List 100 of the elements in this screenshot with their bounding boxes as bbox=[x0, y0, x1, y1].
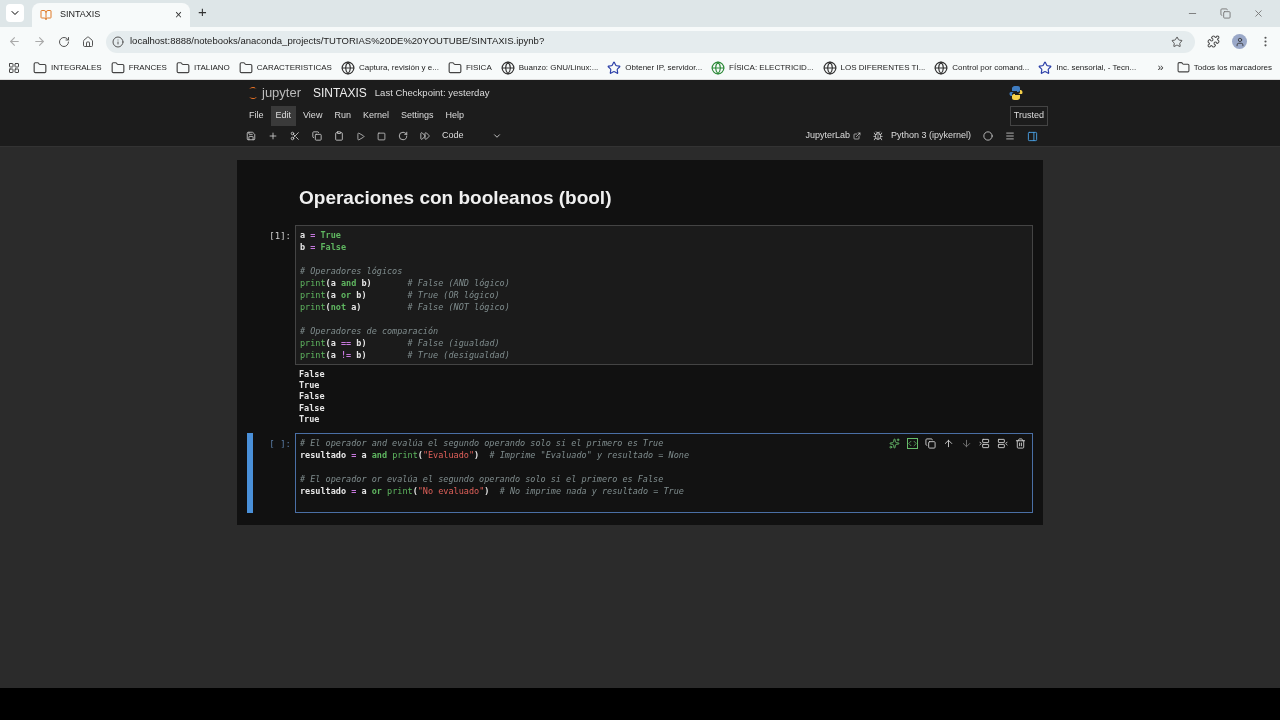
bookmark[interactable]: FRANCES bbox=[110, 60, 167, 75]
jupyter-logo-icon bbox=[248, 86, 258, 100]
menu-item[interactable]: Edit bbox=[270, 106, 297, 126]
globe-icon bbox=[934, 60, 949, 75]
apps-icon[interactable] bbox=[8, 61, 20, 74]
code-editor[interactable] bbox=[295, 433, 1033, 514]
extensions-icon[interactable] bbox=[1207, 35, 1220, 48]
duplicate-icon[interactable] bbox=[925, 438, 936, 450]
code-line: # El operador or evalúa el segundo operando solo si el primero es False bbox=[300, 473, 664, 486]
notebook-title[interactable]: SINTAXIS bbox=[313, 84, 367, 102]
cell-prompt: [1]: bbox=[268, 229, 292, 243]
code-line: print(a == b) # False (igualdad) bbox=[300, 336, 500, 349]
external-link-icon bbox=[852, 132, 861, 140]
run-all-icon[interactable] bbox=[420, 131, 430, 141]
globe-icon bbox=[500, 60, 515, 75]
globe-icon bbox=[822, 60, 837, 75]
bookmark[interactable]: LOS DIFERENTES TI... bbox=[822, 60, 926, 75]
bookmark[interactable]: Obtener IP, servidor... bbox=[607, 60, 703, 75]
move-down-icon[interactable] bbox=[961, 438, 972, 450]
cut-icon[interactable] bbox=[290, 131, 300, 141]
save-icon[interactable] bbox=[246, 131, 256, 141]
bookmark[interactable]: FÍSICA: ELECTRICID... bbox=[711, 60, 814, 75]
output-line: False bbox=[299, 368, 325, 380]
address-bar[interactable]: localhost:8888/notebooks/anaconda_projects/TUTORIAS%20DE%20YOUTUBE/SINTAXIS.ipynb? bbox=[106, 30, 1195, 53]
tab-list-button[interactable] bbox=[6, 4, 24, 22]
browser-tab[interactable]: SINTAXIS × bbox=[32, 3, 190, 27]
output-line: False bbox=[299, 402, 325, 415]
notebook-icon bbox=[40, 9, 52, 21]
more-bookmarks-button[interactable]: » bbox=[1157, 59, 1164, 76]
bookmark[interactable]: Buanzo: GNU/Linux:... bbox=[500, 60, 599, 75]
all-bookmarks[interactable]: Todos los marcadores bbox=[1176, 61, 1272, 74]
move-up-icon[interactable] bbox=[943, 438, 954, 450]
cell-prompt: [ ]: bbox=[268, 438, 292, 452]
code-line: a = True bbox=[300, 228, 341, 241]
menu-item[interactable]: Kernel bbox=[357, 106, 394, 126]
delete-icon[interactable] bbox=[1015, 438, 1026, 450]
output-line: True bbox=[299, 379, 320, 392]
close-icon[interactable] bbox=[1253, 8, 1264, 19]
bookmark[interactable]: Captura, revisión y e... bbox=[340, 60, 439, 75]
code-editor[interactable] bbox=[295, 224, 1033, 365]
output-line: False bbox=[299, 391, 325, 403]
paste-icon[interactable] bbox=[334, 131, 344, 141]
code-line: # El operador and evalúa el segundo operando solo si el primero es True bbox=[300, 437, 664, 450]
site-icon bbox=[1038, 60, 1053, 75]
folder-icon bbox=[175, 60, 190, 75]
code-line: b = False bbox=[300, 240, 347, 253]
run-icon[interactable] bbox=[356, 131, 365, 141]
code-line: # Operadores de comparación bbox=[300, 324, 439, 337]
menu-item[interactable]: File bbox=[244, 106, 269, 126]
bookmark[interactable]: Control por comand... bbox=[934, 60, 1030, 75]
reload-icon[interactable] bbox=[58, 35, 70, 48]
code-line: resultado = a or print("No evaluado") # No imprime nada y resultado = True bbox=[300, 485, 684, 498]
code-line: print(a and b) # False (AND lógico) bbox=[300, 276, 510, 289]
bookmark[interactable]: FISICA bbox=[447, 60, 492, 75]
new-tab-button[interactable]: + bbox=[198, 0, 207, 23]
code-line: print(not a) # False (NOT lógico) bbox=[300, 300, 510, 313]
bookmark-star-icon[interactable] bbox=[1171, 35, 1183, 48]
insert-above-icon[interactable] bbox=[979, 438, 990, 450]
python-logo-icon bbox=[1008, 85, 1024, 101]
copy-icon[interactable] bbox=[312, 131, 322, 141]
menu-item[interactable]: Settings bbox=[395, 106, 439, 126]
caret-icon bbox=[492, 131, 502, 141]
add-cell-icon[interactable] bbox=[268, 131, 278, 141]
menu-icon[interactable] bbox=[1005, 131, 1015, 141]
profile-avatar[interactable] bbox=[1232, 34, 1247, 49]
site-info-icon[interactable] bbox=[112, 35, 124, 48]
folder-icon bbox=[33, 60, 47, 75]
jupyterlab-link[interactable]: JupyterLab bbox=[805, 129, 861, 143]
globe-icon bbox=[340, 60, 355, 75]
sparkle-icon[interactable] bbox=[889, 438, 900, 450]
bookmark[interactable]: CARACTERISTICAS bbox=[238, 60, 332, 75]
menu-item[interactable]: Run bbox=[329, 106, 356, 126]
kernel-status-icon bbox=[983, 131, 993, 141]
sidebar-icon[interactable] bbox=[1027, 130, 1038, 142]
code-line: print(a or b) # True (OR lógico) bbox=[300, 288, 500, 301]
folder-icon bbox=[238, 60, 253, 75]
cell-type-dropdown[interactable]: Code bbox=[442, 129, 502, 143]
menu-item[interactable]: View bbox=[298, 106, 328, 126]
debugger-icon[interactable] bbox=[872, 131, 883, 141]
folder-icon bbox=[1176, 61, 1190, 74]
insert-below-icon[interactable] bbox=[997, 438, 1008, 450]
tab-close-button[interactable]: × bbox=[175, 6, 182, 24]
stop-icon[interactable] bbox=[377, 131, 386, 141]
bookmark[interactable]: INTEGRALES bbox=[33, 60, 102, 75]
kernel-name[interactable]: Python 3 (ipykernel) bbox=[890, 129, 971, 143]
home-icon[interactable] bbox=[82, 35, 94, 48]
bookmark[interactable]: ITALIANO bbox=[175, 60, 230, 75]
url-text: localhost:8888/notebooks/anaconda_projects/TUTORIAS%20DE%20YOUTUBE/SINTAXIS.ipynb? bbox=[130, 34, 546, 49]
bookmark[interactable]: Inc. sensorial, - Tecn... bbox=[1038, 60, 1137, 75]
restore-icon[interactable] bbox=[1220, 8, 1231, 19]
markdown-heading: Operaciones con booleanos (bool) bbox=[299, 186, 612, 210]
code-line: print(a != b) # True (desigualdad) bbox=[300, 348, 510, 361]
folder-icon bbox=[110, 60, 125, 75]
jupyter-wordmark: jupyter bbox=[262, 84, 302, 103]
trusted-indicator[interactable]: Trusted bbox=[1009, 106, 1048, 126]
restart-icon[interactable] bbox=[398, 131, 408, 141]
menu-item[interactable]: Help bbox=[440, 106, 469, 126]
code-icon[interactable] bbox=[907, 438, 918, 450]
code-line: resultado = a and print("Evaluado") # Imprime "Evaluado" y resultado = None bbox=[300, 449, 689, 462]
output-line: True bbox=[299, 414, 320, 426]
